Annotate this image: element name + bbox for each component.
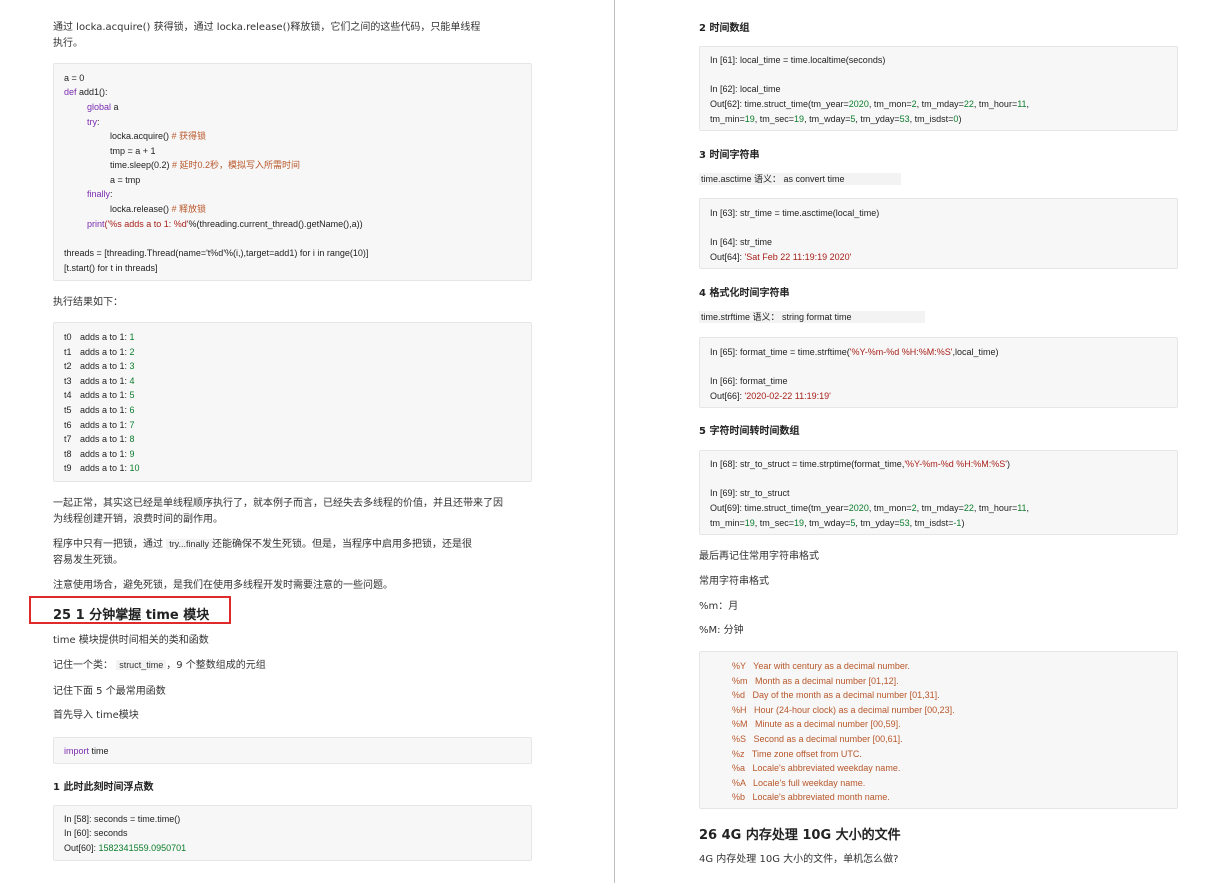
code-line: Out[69]: time.struct_time(tm_year=2020, … — [710, 503, 1030, 513]
left-page: 通过 locka.acquire() 获得锁，通过 locka.release(… — [0, 0, 616, 883]
code-block-formats: %Y Year with century as a decimal number… — [699, 651, 1178, 809]
time-line-3: 记住下面 5 个最常用函数 — [53, 686, 166, 697]
result-line: t4 adds a to 1: 5 — [64, 390, 135, 401]
code-line: In [60]: seconds — [64, 828, 128, 838]
question-26: 4G 内存处理 10G 大小的文件，单机怎么做? — [699, 854, 899, 865]
result-line: t1 adds a to 1: 2 — [64, 346, 135, 357]
code-block-lock: a = 0 def add1(): global a try: locka.ac… — [53, 63, 532, 281]
code-line: In [63]: str_time = time.asctime(local_t… — [710, 208, 880, 218]
heading-26: 26 4G 内存处理 10G 大小的文件 — [699, 828, 901, 843]
code-line: In [69]: str_to_struct — [710, 488, 790, 498]
asctime-tag: time.asctime 语义： as convert time — [699, 173, 901, 185]
code-block-strftime: In [65]: format_time = time.strftime('%Y… — [699, 337, 1178, 408]
para-3: 注意使用场合，避免死锁，是我们在使用多线程开发时需要注意的一些问题。 — [53, 580, 393, 591]
code-line: In [64]: str_time — [710, 237, 773, 247]
code-block-results: t0 adds a to 1: 1 t1 adds a to 1: 2 t2 adds a… — [53, 322, 532, 482]
strftime-tag: time.strftime 语义： string format time — [699, 311, 925, 323]
code-line: a = 0 — [64, 73, 85, 83]
result-line: t7 adds a to 1: 8 — [64, 434, 135, 445]
code-line: tmp = a + 1 — [110, 146, 156, 156]
code-line: Out[62]: time.struct_time(tm_year=2020, … — [710, 99, 1030, 109]
code-block-strptime: In [68]: str_to_struct = time.strptime(f… — [699, 450, 1178, 535]
format-line: %z Time zone offset from UTC. — [732, 748, 862, 759]
code-line: threads = [threading.Thread(name='t%d'%(… — [64, 248, 369, 258]
note-2: 常用字符串格式 — [699, 576, 769, 587]
format-line: %d Day of the month as a decimal number … — [732, 690, 940, 701]
time-line-4: 首先导入 time模块 — [53, 710, 139, 721]
note-3: %m：月 — [699, 601, 739, 612]
intro-line-1: 通过 locka.acquire() 获得锁，通过 locka.release(… — [53, 22, 481, 33]
code-block-seconds: In [58]: seconds = time.time() In [60]: … — [53, 805, 532, 861]
code-line: Out[64]: 'Sat Feb 22 11:19:19 2020' — [710, 252, 852, 262]
format-line: %b Locale's abbreviated month name. — [732, 792, 890, 803]
code-line: In [58]: seconds = time.time() — [64, 814, 181, 824]
code-line: tm_min=19, tm_sec=19, tm_wday=5, tm_yday… — [710, 518, 965, 528]
code-line: tm_min=19, tm_sec=19, tm_wday=5, tm_yday… — [710, 114, 962, 124]
code-line: In [68]: str_to_struct = time.strptime(f… — [710, 459, 1010, 469]
format-line: %a Locale's abbreviated weekday name. — [732, 763, 901, 774]
subheading-2: 2 时间数组 — [699, 23, 750, 34]
code-line: def add1(): — [64, 87, 108, 97]
code-line: In [65]: format_time = time.strftime('%Y… — [710, 347, 999, 357]
result-line: t9 adds a to 1: 10 — [64, 463, 140, 474]
code-line: Out[60]: 1582341559.0950701 — [64, 843, 187, 853]
code-line: finally: — [87, 189, 113, 199]
code-line: In [62]: local_time — [710, 84, 781, 94]
code-line: locka.release() # 释放锁 — [110, 204, 207, 214]
result-line: t2 adds a to 1: 3 — [64, 361, 135, 372]
time-line-1: time 模块提供时间相关的类和函数 — [53, 635, 209, 646]
code-line: In [66]: format_time — [710, 376, 788, 386]
inline-code: struct_time — [116, 660, 167, 670]
format-line: %M Minute as a decimal number [00,59]. — [732, 719, 901, 730]
subheading-5: 5 字符时间转时间数组 — [699, 426, 800, 437]
code-line: try: — [87, 117, 100, 127]
subheading-4: 4 格式化时间字符串 — [699, 288, 790, 299]
format-line: %H Hour (24-hour clock) as a decimal num… — [732, 704, 955, 715]
code-line: Out[66]: '2020-02-22 11:19:19' — [710, 391, 831, 401]
code-line: time.sleep(0.2) # 延时0.2秒，模拟写入所需时间 — [110, 160, 301, 170]
code-line: locka.acquire() # 获得锁 — [110, 131, 207, 141]
format-line: %A Locale's full weekday name. — [732, 777, 866, 788]
inline-code: try...finally — [166, 539, 213, 549]
result-label: 执行结果如下： — [53, 297, 123, 308]
result-line: t6 adds a to 1: 7 — [64, 419, 135, 430]
code-block-asctime: In [63]: str_time = time.asctime(local_t… — [699, 198, 1178, 269]
format-line: %S Second as a decimal number [00,61]. — [732, 734, 903, 744]
note-4: %M: 分钟 — [699, 625, 744, 636]
code-line: In [61]: local_time = time.localtime(sec… — [710, 55, 886, 65]
code-line: import time — [64, 746, 109, 756]
intro-line-2: 执行。 — [53, 38, 83, 49]
result-line: t3 adds a to 1: 4 — [64, 375, 135, 386]
time-line-2: 记住一个类： struct_time ，9 个整数组成的元组 — [53, 660, 266, 671]
result-line: t5 adds a to 1: 6 — [64, 405, 135, 415]
para-2a: 程序中只有一把锁，通过 try...finally 还能确保不发生死锁。但是，当程… — [53, 539, 473, 550]
result-line: t8 adds a to 1: 9 — [64, 448, 135, 459]
para-2b: 容易发生死锁。 — [53, 555, 123, 566]
code-block-localtime: In [61]: local_time = time.localtime(sec… — [699, 46, 1178, 131]
para-1a: 一起正常，其实这已经是单线程顺序执行了，就本例子而言，已经失去多线程的价值，并且… — [53, 498, 503, 509]
subheading-1: 1 此时此刻时间浮点数 — [53, 782, 154, 793]
heading-25: 25 1 分钟掌握 time 模块 — [53, 608, 210, 623]
code-line: print('%s adds a to 1: %d'%(threading.cu… — [87, 219, 363, 229]
right-page: 2 时间数组 In [61]: local_time = time.localt… — [615, 0, 1231, 883]
code-line: a = tmp — [110, 175, 141, 185]
para-1b: 为线程创建开销，浪费时间的副作用。 — [53, 514, 223, 525]
code-line: [t.start() for t in threads] — [64, 263, 158, 273]
code-line: global a — [87, 102, 119, 112]
subheading-3: 3 时间字符串 — [699, 150, 760, 161]
format-line: %m Month as a decimal number [01,12]. — [732, 675, 899, 686]
code-block-import: import time — [53, 737, 532, 764]
result-line: t0 adds a to 1: 1 — [64, 332, 135, 342]
note-1: 最后再记住常用字符串格式 — [699, 551, 819, 562]
format-line: %Y Year with century as a decimal number… — [732, 661, 910, 671]
